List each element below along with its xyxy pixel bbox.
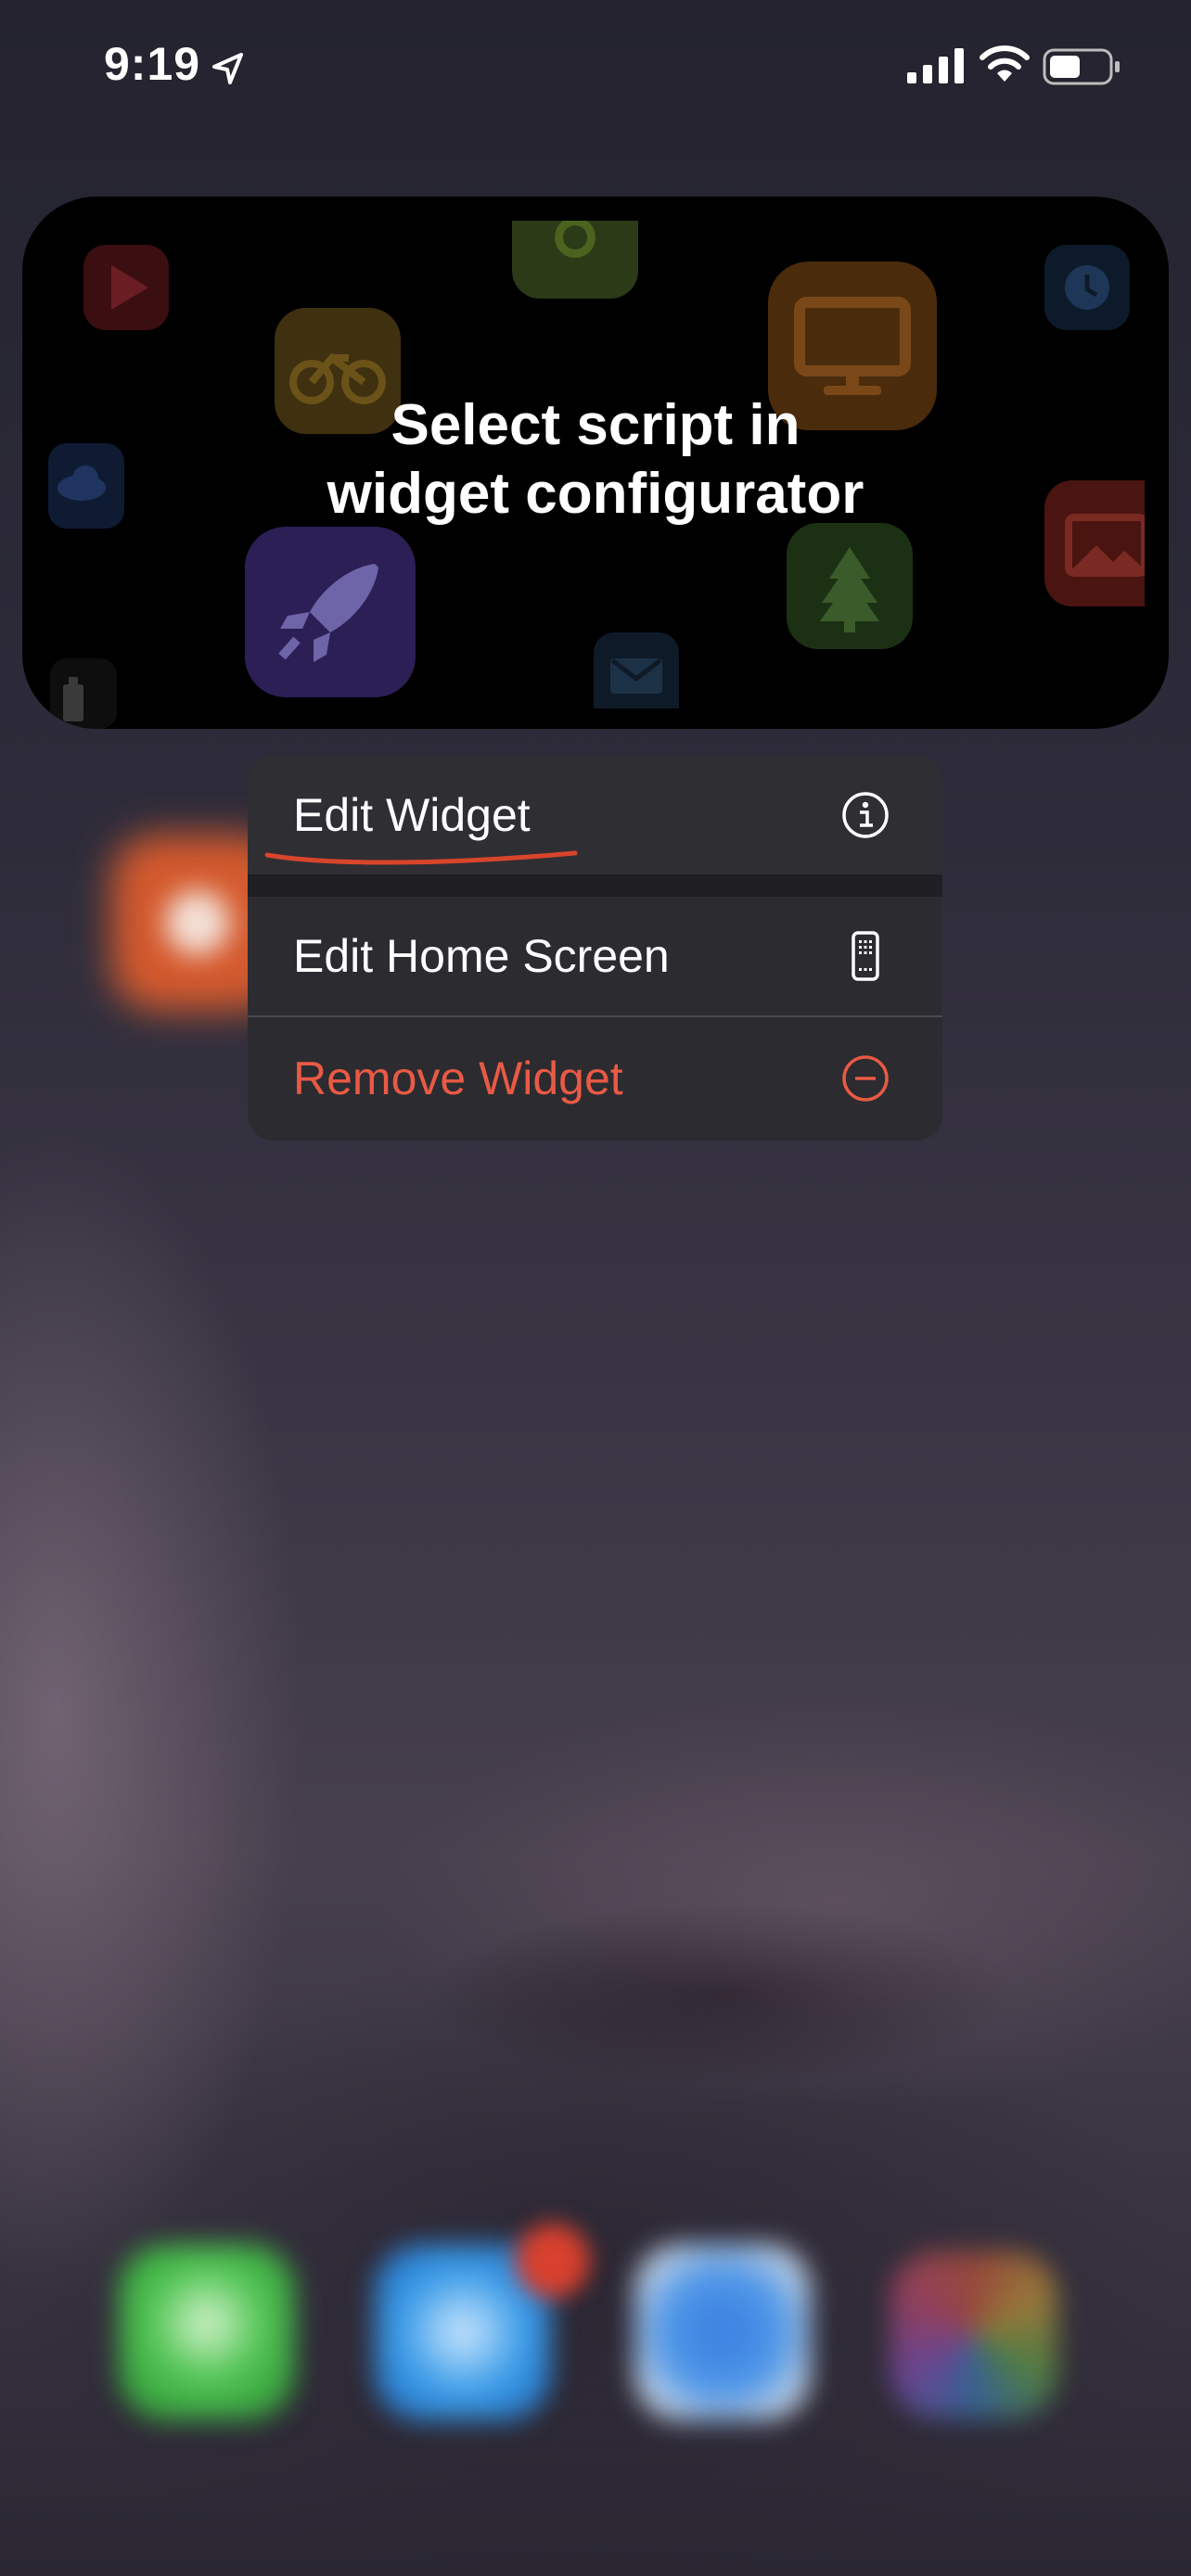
widget-message-line2: widget configurator (327, 462, 864, 526)
edit-widget-label: Edit Widget (293, 789, 531, 841)
photos-app-icon[interactable] (890, 2251, 1057, 2418)
mail-icon (594, 632, 679, 708)
status-bar: 9:19 (0, 0, 1191, 139)
blurred-app-highlight (165, 890, 230, 955)
edit-home-screen-label: Edit Home Screen (293, 930, 670, 982)
messages-app-icon[interactable] (119, 2244, 295, 2420)
clock-icon (1044, 245, 1130, 330)
context-menu: Edit Widget Edit Home Screen Remove Widg… (248, 756, 942, 1141)
edit-home-screen-button[interactable]: Edit Home Screen (248, 897, 942, 1015)
location-arrow-icon (212, 53, 243, 84)
notification-badge (516, 2224, 590, 2298)
battery-icon (50, 658, 117, 729)
play-icon (83, 245, 169, 330)
widget-message: Select script in widget configurator (22, 391, 1169, 529)
annotation-underline (264, 850, 578, 865)
safari-app-icon[interactable] (634, 2244, 811, 2420)
menu-section-separator (248, 874, 942, 897)
rocket-icon (245, 527, 416, 697)
sun-icon (512, 217, 638, 299)
info-icon (842, 792, 889, 838)
tree-icon (787, 523, 913, 649)
remove-widget-label: Remove Widget (293, 1052, 623, 1104)
wifi-icon (980, 45, 1030, 82)
widget-message-line1: Select script in (391, 393, 800, 457)
remove-widget-button[interactable]: Remove Widget (248, 1017, 942, 1140)
status-time: 9:19 (104, 38, 201, 90)
cellular-signal-icon (907, 48, 964, 83)
battery-icon (1043, 48, 1120, 85)
scriptable-widget[interactable]: Select script in widget configurator (22, 197, 1169, 729)
minus-circle-icon (842, 1055, 889, 1102)
phone-icon (852, 931, 879, 981)
